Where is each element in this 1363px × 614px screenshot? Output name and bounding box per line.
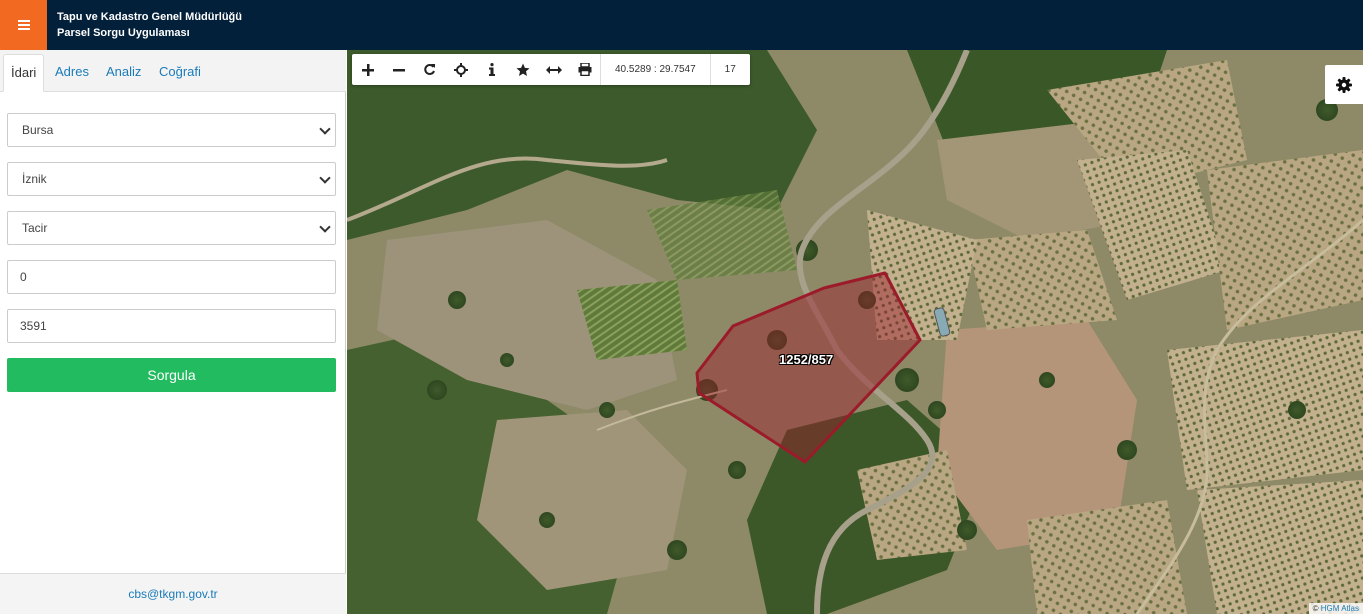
zoom-level-display: 17 <box>724 64 736 75</box>
chevron-down-icon <box>319 172 331 184</box>
tab-adres[interactable]: Adres <box>48 54 96 92</box>
menu-button[interactable] <box>0 0 47 50</box>
district-select[interactable]: İznik <box>7 162 336 196</box>
measure-icon[interactable] <box>538 54 569 85</box>
province-select[interactable]: Bursa <box>7 113 336 147</box>
sidebar-footer: cbs@tkgm.gov.tr <box>0 573 346 614</box>
satellite-imagery <box>347 50 1363 614</box>
neighborhood-value: Tacir <box>22 221 48 235</box>
app-title-line2: Parsel Sorgu Uygulaması <box>57 27 190 39</box>
coordinate-display: 40.5289 : 29.7547 <box>615 64 696 75</box>
tab-bar: İdari Adres Analiz Coğrafi <box>0 50 346 92</box>
app-header: Tapu ve Kadastro Genel Müdürlüğü Parsel … <box>0 0 1363 50</box>
zoom-in-icon[interactable] <box>352 54 383 85</box>
parcel-input[interactable]: 3591 <box>7 309 336 343</box>
map-attribution: © HGM Atlas <box>1308 603 1363 614</box>
app-title: Tapu ve Kadastro Genel Müdürlüğü Parsel … <box>57 9 242 41</box>
chevron-down-icon <box>319 123 331 135</box>
map-toolbar: 40.5289 : 29.7547 17 <box>352 54 750 85</box>
block-input[interactable]: 0 <box>7 260 336 294</box>
map-view[interactable]: 40.5289 : 29.7547 17 1252/857 © HGM Atla… <box>347 50 1363 614</box>
settings-button[interactable] <box>1325 65 1363 104</box>
print-icon[interactable] <box>569 54 600 85</box>
locate-icon[interactable] <box>445 54 476 85</box>
hamburger-icon <box>17 20 30 30</box>
sidebar: İdari Adres Analiz Coğrafi Bursa İznik T… <box>0 50 346 614</box>
neighborhood-select[interactable]: Tacir <box>7 211 336 245</box>
district-value: İznik <box>22 172 47 186</box>
parcel-label: 1252/857 <box>779 352 834 367</box>
parcel-value: 3591 <box>20 319 47 333</box>
refresh-icon[interactable] <box>414 54 445 85</box>
block-value: 0 <box>20 270 27 284</box>
star-icon[interactable] <box>507 54 538 85</box>
gear-icon <box>1336 76 1352 93</box>
province-value: Bursa <box>22 123 54 137</box>
tab-idari[interactable]: İdari <box>3 54 45 92</box>
attribution-prefix: © <box>1312 604 1319 613</box>
query-button[interactable]: Sorgula <box>7 358 336 392</box>
tab-analiz[interactable]: Analiz <box>99 54 148 92</box>
chevron-down-icon <box>319 221 331 233</box>
footer-email-link[interactable]: cbs@tkgm.gov.tr <box>128 587 217 601</box>
app-title-line1: Tapu ve Kadastro Genel Müdürlüğü <box>57 11 242 23</box>
zoom-out-icon[interactable] <box>383 54 414 85</box>
attribution-link[interactable]: HGM Atlas <box>1321 604 1359 613</box>
tab-cografi[interactable]: Coğrafi <box>152 54 208 92</box>
info-icon[interactable] <box>476 54 507 85</box>
